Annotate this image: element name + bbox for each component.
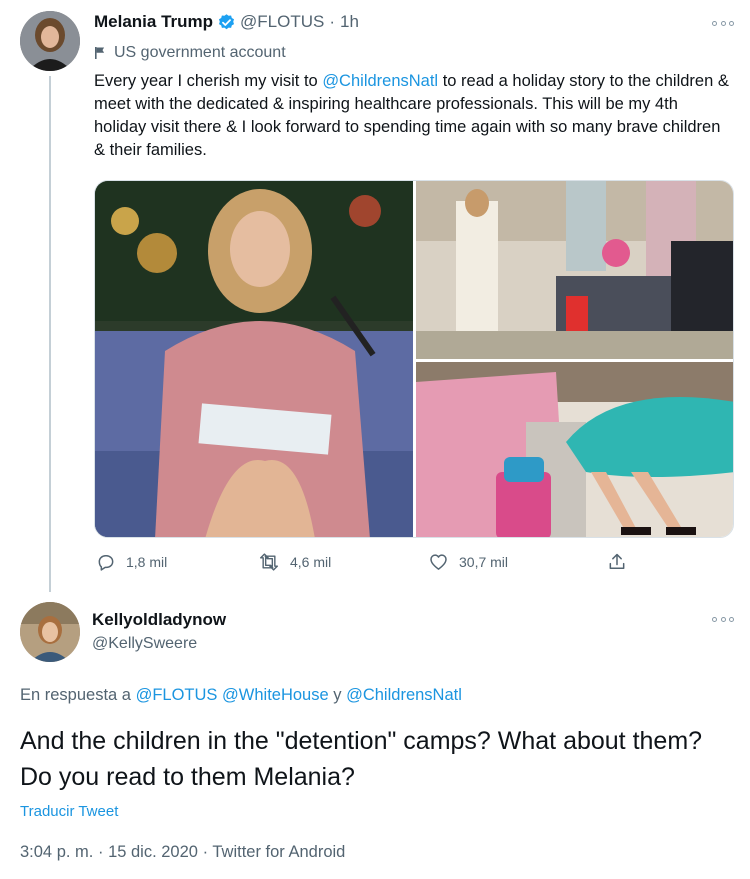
retweet-count: 4,6 mil — [290, 554, 332, 570]
thread-connector — [49, 76, 51, 592]
reply-date[interactable]: 15 dic. 2020 — [108, 843, 198, 861]
reply-time[interactable]: 3:04 p. m. — [20, 843, 93, 861]
flag-icon — [94, 46, 106, 60]
replying-and: y — [333, 686, 342, 704]
mention-link[interactable]: @ChildrensNatl — [322, 72, 438, 90]
retweet-action[interactable]: 4,6 mil — [258, 552, 331, 572]
reply-meta: 3:04 p. m. · 15 dic. 2020 · Twitter for … — [20, 843, 345, 862]
reply-author-name[interactable]: Kellyoldladynow — [92, 610, 226, 630]
media-grid — [94, 180, 734, 538]
reply-text: And the children in the "detention" camp… — [20, 727, 703, 791]
share-action[interactable] — [607, 552, 627, 572]
photo-hospital-visit[interactable] — [416, 181, 733, 359]
photo-reading[interactable] — [95, 181, 413, 537]
more-icon[interactable] — [712, 18, 734, 28]
replying-mention-whitehouse[interactable]: @WhiteHouse — [222, 686, 329, 704]
kelly-avatar[interactable] — [20, 602, 80, 662]
replying-to-line: En respuesta a @FLOTUS @WhiteHouse y @Ch… — [20, 686, 462, 705]
replying-mention-childrensnatl[interactable]: @ChildrensNatl — [346, 686, 462, 704]
reply-client[interactable]: Twitter for Android — [212, 843, 345, 861]
replying-mention-flotus[interactable]: @FLOTUS — [136, 686, 218, 704]
retweet-icon — [258, 552, 280, 572]
flotus-avatar[interactable] — [20, 11, 80, 71]
meta-dot: · — [202, 843, 209, 861]
translate-link[interactable]: Traducir Tweet — [20, 803, 118, 820]
like-icon — [428, 552, 449, 572]
photo-bedside[interactable] — [416, 362, 733, 537]
like-count: 30,7 mil — [459, 554, 509, 570]
more-icon[interactable] — [712, 614, 734, 624]
like-action[interactable]: 30,7 mil — [428, 552, 508, 572]
reply-action[interactable]: 1,8 mil — [96, 552, 167, 572]
verified-badge-icon — [217, 13, 236, 32]
replying-prefix: En respuesta a — [20, 686, 131, 704]
tweet-header: Melania Trump @FLOTUS · 1h — [94, 12, 359, 32]
tweet-text: Every year I cherish my visit to @Childr… — [94, 70, 734, 162]
tweet-time[interactable]: 1h — [340, 12, 359, 32]
tweet-text-start: Every year I cherish my visit to — [94, 72, 323, 90]
author-handle[interactable]: @FLOTUS — [240, 12, 324, 32]
reply-count: 1,8 mil — [126, 554, 168, 570]
meta-dot: · — [97, 843, 104, 861]
separator: · — [329, 12, 336, 31]
gov-account-label: US government account — [94, 44, 286, 62]
share-icon — [607, 552, 627, 572]
reply-icon — [96, 552, 116, 572]
author-name[interactable]: Melania Trump — [94, 12, 213, 32]
reply-author-handle[interactable]: @KellySweere — [92, 635, 197, 653]
gov-account-text: US government account — [114, 44, 286, 61]
